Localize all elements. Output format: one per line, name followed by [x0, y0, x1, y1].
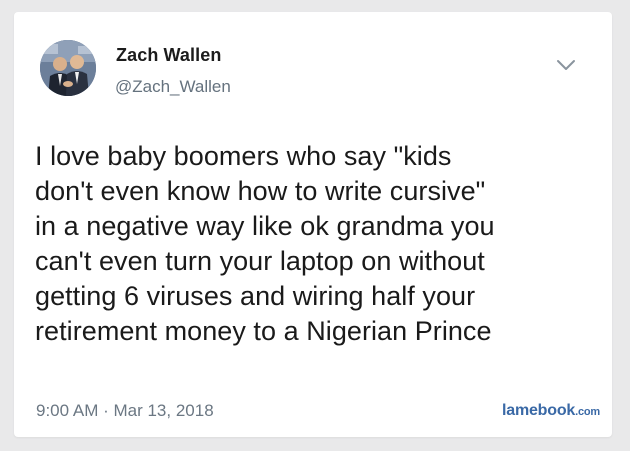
chevron-down-icon[interactable] [555, 56, 577, 74]
tweet-text: I love baby boomers who say "kids don't … [35, 141, 495, 346]
watermark-brand: lamebook [502, 402, 576, 419]
author-avatar[interactable] [40, 40, 96, 96]
author-handle[interactable]: @Zach_Wallen [115, 77, 231, 97]
watermark-tld: .com [575, 406, 600, 418]
user-avatar-photo-icon [40, 40, 96, 96]
watermark-logo: lamebook.com [502, 402, 600, 420]
tweet-card: Zach Wallen @Zach_Wallen I love baby boo… [14, 12, 612, 437]
page: Zach Wallen @Zach_Wallen I love baby boo… [0, 0, 630, 451]
author-name[interactable]: Zach Wallen [116, 45, 221, 66]
tweet-timestamp[interactable]: 9:00 AM · Mar 13, 2018 [36, 401, 214, 421]
